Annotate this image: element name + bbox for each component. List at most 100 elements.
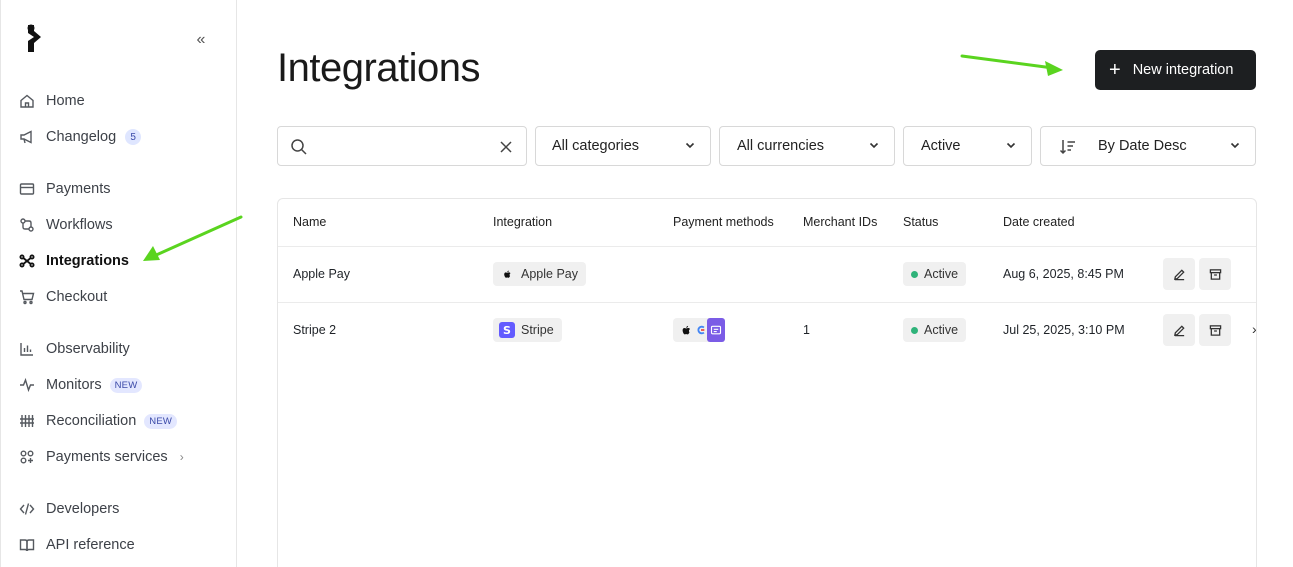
row-divider [278,246,1256,247]
edit-button[interactable] [1163,258,1195,290]
sidebar-item-label: Observability [46,341,130,357]
workflow-icon [18,216,36,234]
sidebar-item-reconciliation[interactable]: Reconciliation NEW [18,409,178,433]
apple-pay-icon [677,318,695,342]
chevron-down-icon [868,139,880,151]
changelog-count-badge: 5 [125,129,142,145]
payment-methods [673,318,725,342]
stripe-icon: S [499,322,515,338]
integration-chip: S Stripe [493,318,562,342]
status-badge: Active [903,262,967,286]
home-icon [18,92,36,110]
new-badge: NEW [144,413,178,429]
credit-card-icon [18,180,36,198]
chevron-down-icon [684,139,696,151]
sidebar-item-monitors[interactable]: Monitors NEW [18,373,143,397]
sidebar-item-label: Payments services [46,449,168,465]
annotation-arrow [143,215,243,261]
sort-select[interactable]: By Date Desc [1040,126,1256,166]
status-label: Active [924,323,959,337]
status-badge: Active [903,318,967,342]
status-dot [911,326,918,334]
sidebar-item-home[interactable]: Home [18,89,85,113]
reconciliation-icon [18,412,36,430]
integrations-table: Name Integration Payment methods Merchan… [277,198,1257,567]
category-select-value: All categories [552,138,640,154]
sidebar-item-payments[interactable]: Payments [18,177,110,201]
column-header-name: Name [293,215,327,229]
svg-text:S: S [503,324,511,337]
sidebar-item-payments-services[interactable]: Payments services › [18,445,184,469]
new-badge: NEW [109,377,143,393]
sidebar-item-label: Changelog [46,129,117,145]
clear-icon[interactable] [498,139,514,155]
integrations-icon [18,252,36,270]
sidebar-item-observability[interactable]: Observability [18,337,130,361]
new-integration-button[interactable]: + New integration [1095,50,1256,90]
currency-select[interactable]: All currencies [719,126,895,166]
row-name[interactable]: Stripe 2 [293,323,336,337]
status-select[interactable]: Active [903,126,1032,166]
bar-chart-icon [18,340,36,358]
sidebar-item-checkout[interactable]: Checkout [18,285,107,309]
integration-name: Stripe [521,323,554,337]
sidebar-item-label: Developers [46,501,120,517]
column-header-payment-methods: Payment methods [673,215,774,229]
page-title: Integrations [277,46,481,90]
row-name[interactable]: Apple Pay [293,267,350,281]
chevron-down-icon [1229,139,1241,151]
sidebar-item-label: Reconciliation [46,413,137,429]
sidebar-item-changelog[interactable]: Changelog 5 [18,125,142,149]
search-icon [290,138,308,156]
column-header-integration: Integration [493,215,553,229]
integration-chip: Apple Pay [493,262,586,286]
date-created: Aug 6, 2025, 8:45 PM [1003,267,1124,281]
currency-select-value: All currencies [737,138,825,154]
new-integration-label: New integration [1132,62,1234,78]
chevron-right-icon[interactable]: › [1252,321,1256,337]
integration-name: Apple Pay [521,267,578,281]
archive-button[interactable] [1199,258,1231,290]
sidebar-item-label: Checkout [46,289,108,305]
pulse-icon [18,376,36,394]
plus-icon: + [1109,59,1121,81]
column-header-merchant-ids: Merchant IDs [803,215,878,229]
cart-icon [18,288,36,306]
row-divider [278,302,1256,303]
sidebar-item-label: Workflows [46,217,113,233]
sidebar-item-developers[interactable]: Developers [18,497,119,521]
category-select[interactable]: All categories [535,126,711,166]
brand-logo[interactable] [23,22,47,54]
column-header-status: Status [903,215,939,229]
status-label: Active [924,267,959,281]
apple-icon [499,266,515,282]
code-icon [18,500,36,518]
pencil-icon [1173,324,1185,336]
archive-icon [1209,324,1221,336]
book-icon [18,536,36,554]
sort-descending-icon [1059,138,1077,156]
megaphone-icon [18,128,36,146]
sidebar-item-label: Payments [46,181,111,197]
sidebar-item-label: API reference [46,537,135,553]
column-header-date-created: Date created [1003,215,1075,229]
pencil-icon [1173,268,1185,280]
annotation-arrow [960,54,1063,76]
chevron-right-icon: › [179,450,184,464]
status-dot [911,270,918,278]
sidebar-item-label: Integrations [46,253,129,269]
sidebar-item-integrations[interactable]: Integrations [18,249,129,273]
card-icon [707,318,725,342]
status-select-value: Active [921,138,961,154]
sidebar-item-api-reference[interactable]: API reference [18,533,135,557]
sidebar-item-label: Home [46,93,85,109]
edit-button[interactable] [1163,314,1195,346]
chevron-down-icon [1005,139,1017,151]
sidebar-item-label: Monitors [46,377,102,393]
archive-icon [1209,268,1221,280]
archive-button[interactable] [1199,314,1231,346]
double-chevron-left-icon[interactable]: « [191,30,211,50]
sidebar: « Home Changelog 5 Payments Workflows In… [0,0,237,567]
sidebar-item-workflows[interactable]: Workflows [18,213,113,237]
search-input[interactable] [277,126,527,166]
